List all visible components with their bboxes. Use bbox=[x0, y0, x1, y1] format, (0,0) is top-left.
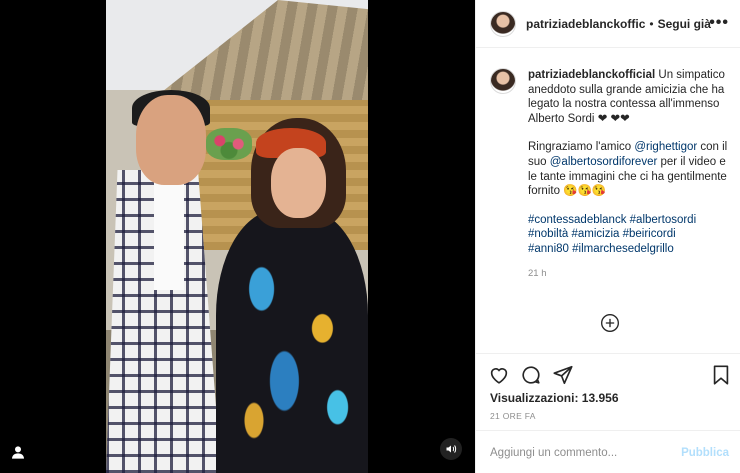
post-sidebar: patriziadeblanckoffic • Segui già ••• pa… bbox=[475, 0, 740, 473]
hashtag-line[interactable]: #contessadeblanck #albertosordi bbox=[528, 214, 696, 226]
add-circle-icon[interactable] bbox=[600, 313, 620, 333]
caption-username[interactable]: patriziadeblanckofficial bbox=[528, 69, 655, 81]
more-horizontal-icon[interactable]: ••• bbox=[709, 14, 729, 32]
video-player[interactable] bbox=[106, 0, 368, 473]
thanks-text: Ringraziamo l'amico bbox=[528, 141, 635, 154]
caption-time[interactable]: 21 h bbox=[528, 267, 728, 282]
heart-emoji: ❤❤ bbox=[610, 112, 630, 125]
comment-input[interactable] bbox=[490, 446, 682, 459]
header-username[interactable]: patriziadeblanckoffic bbox=[526, 17, 645, 31]
media-pane bbox=[0, 0, 475, 473]
hashtag-line[interactable]: #nobiltà #amicizia #beiricordi bbox=[528, 228, 676, 240]
mention-link[interactable]: @albertosordiforever bbox=[550, 156, 658, 168]
post-age[interactable]: 21 ORE FA bbox=[490, 411, 536, 421]
speaker-icon bbox=[446, 445, 457, 453]
caption-avatar[interactable] bbox=[490, 68, 516, 94]
woman-figure bbox=[216, 210, 368, 473]
avatar[interactable] bbox=[490, 10, 516, 37]
heart-icon[interactable] bbox=[488, 364, 510, 386]
bookmark-icon[interactable] bbox=[710, 364, 732, 386]
user-tag-icon[interactable] bbox=[10, 444, 26, 460]
views-count[interactable]: Visualizzazioni: 13.956 bbox=[490, 391, 619, 405]
post-header: patriziadeblanckoffic • Segui già ••• bbox=[476, 0, 740, 48]
comment-icon[interactable] bbox=[520, 364, 542, 386]
publish-button[interactable]: Pubblica bbox=[681, 447, 729, 459]
kiss-emoji: 😘😘😘 bbox=[563, 185, 607, 198]
caption-body: patriziadeblanckofficial Un simpatico an… bbox=[528, 68, 728, 281]
mention-link[interactable]: @righettigor bbox=[634, 141, 697, 153]
caption: patriziadeblanckofficial Un simpatico an… bbox=[490, 68, 735, 281]
comment-bar: Pubblica bbox=[476, 430, 740, 473]
share-icon[interactable] bbox=[552, 364, 574, 386]
heart-emoji: ❤ bbox=[597, 112, 608, 125]
hashtag-line[interactable]: #anni80 #ilmarchesedelgrillo bbox=[528, 243, 674, 255]
following-button[interactable]: Segui già bbox=[658, 17, 711, 31]
volume-button[interactable] bbox=[440, 438, 462, 460]
actions-section: Visualizzazioni: 13.956 21 ORE FA Pubbli… bbox=[476, 353, 740, 473]
separator-dot: • bbox=[649, 16, 654, 31]
